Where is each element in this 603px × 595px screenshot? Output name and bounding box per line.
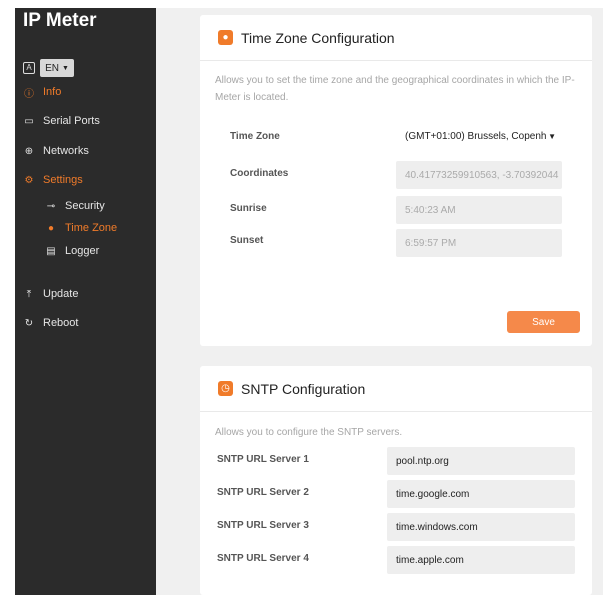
sntp-server-4-input[interactable]: time.apple.com	[387, 546, 575, 574]
globe-icon: ●	[218, 30, 233, 45]
document-icon: ▤	[46, 245, 56, 257]
sidebar-item-reboot[interactable]: ↻ Reboot	[23, 317, 79, 329]
language-select[interactable]: EN ▼	[40, 59, 74, 77]
timezone-select-value: (GMT+01:00) Brussels, Copenh	[405, 130, 547, 142]
sntp-server-2-input[interactable]: time.google.com	[387, 480, 575, 508]
language-row: A EN ▼	[23, 59, 74, 77]
sntp-server-2-label: SNTP URL Server 2	[217, 487, 309, 498]
sidebar-subitem-time-zone[interactable]: ● Time Zone	[45, 222, 117, 234]
sidebar-subitem-security[interactable]: ⊸ Security	[45, 200, 105, 212]
sidebar-item-label: Networks	[43, 145, 89, 157]
info-icon: ⓘ	[24, 88, 34, 100]
sidebar-item-settings[interactable]: ⚙ Settings	[23, 174, 83, 186]
sidebar-item-label: Reboot	[43, 317, 79, 329]
sidebar: IP Meter A EN ▼ ⓘ Info ▭ Serial Ports ⊕ …	[15, 8, 156, 595]
sntp-card-title: SNTP Configuration	[241, 380, 366, 397]
timezone-card-header: ● Time Zone Configuration	[200, 15, 592, 61]
serial-port-icon: ▭	[24, 115, 34, 127]
sidebar-item-label: Update	[43, 288, 79, 300]
sidebar-item-serial-ports[interactable]: ▭ Serial Ports	[23, 115, 100, 127]
coordinates-field: 40.41773259910563, -3.70392044	[396, 161, 562, 189]
sidebar-item-label: Serial Ports	[43, 115, 100, 127]
sunrise-label: Sunrise	[230, 203, 267, 214]
sntp-card: ◷ SNTP Configuration Allows you to confi…	[200, 366, 592, 595]
power-icon: ↻	[24, 317, 34, 329]
sntp-server-3-input[interactable]: time.windows.com	[387, 513, 575, 541]
sntp-server-4-label: SNTP URL Server 4	[217, 553, 309, 564]
globe-icon: ●	[47, 222, 55, 234]
globe-icon: ⊕	[24, 145, 34, 157]
sidebar-subitem-label: Security	[65, 200, 105, 212]
key-icon: ⊸	[46, 200, 56, 212]
sidebar-item-info[interactable]: ⓘ Info	[23, 86, 62, 100]
upload-icon: ⤒	[26, 288, 32, 300]
sunset-label: Sunset	[230, 235, 264, 246]
timezone-description: Allows you to set the time zone and the …	[215, 75, 575, 103]
sidebar-subitem-label: Logger	[65, 245, 100, 257]
sntp-server-3-label: SNTP URL Server 3	[217, 520, 309, 531]
sidebar-subitem-logger[interactable]: ▤ Logger	[45, 245, 99, 257]
sunset-field: 6:59:57 PM	[396, 229, 562, 257]
sidebar-subitem-label: Time Zone	[65, 222, 118, 234]
chevron-down-icon: ▼	[61, 64, 69, 72]
coordinates-label: Coordinates	[230, 168, 289, 179]
sidebar-item-networks[interactable]: ⊕ Networks	[23, 145, 89, 157]
timezone-card-title: Time Zone Configuration	[241, 29, 395, 46]
clock-icon: ◷	[218, 381, 233, 396]
language-value: EN	[45, 62, 59, 74]
chevron-down-icon: ▼	[548, 131, 556, 141]
sntp-card-header: ◷ SNTP Configuration	[200, 366, 592, 412]
translate-icon: A	[23, 62, 35, 74]
sntp-server-1-input[interactable]: pool.ntp.org	[387, 447, 575, 475]
timezone-label: Time Zone	[230, 131, 280, 142]
timezone-card: ● Time Zone Configuration Allows you to …	[200, 15, 592, 346]
sidebar-item-label: Settings	[43, 174, 83, 186]
sidebar-item-label: Info	[43, 86, 62, 98]
sidebar-item-update[interactable]: ⤒ Update	[23, 288, 79, 300]
gear-icon: ⚙	[24, 174, 34, 186]
app-title: IP Meter	[23, 10, 97, 31]
save-button[interactable]: Save	[507, 311, 580, 333]
timezone-select[interactable]: (GMT+01:00) Brussels, Copenh ▼	[396, 121, 562, 151]
sntp-description: Allows you to configure the SNTP servers…	[215, 427, 403, 438]
sntp-server-1-label: SNTP URL Server 1	[217, 454, 309, 465]
sunrise-field: 5:40:23 AM	[396, 196, 562, 224]
